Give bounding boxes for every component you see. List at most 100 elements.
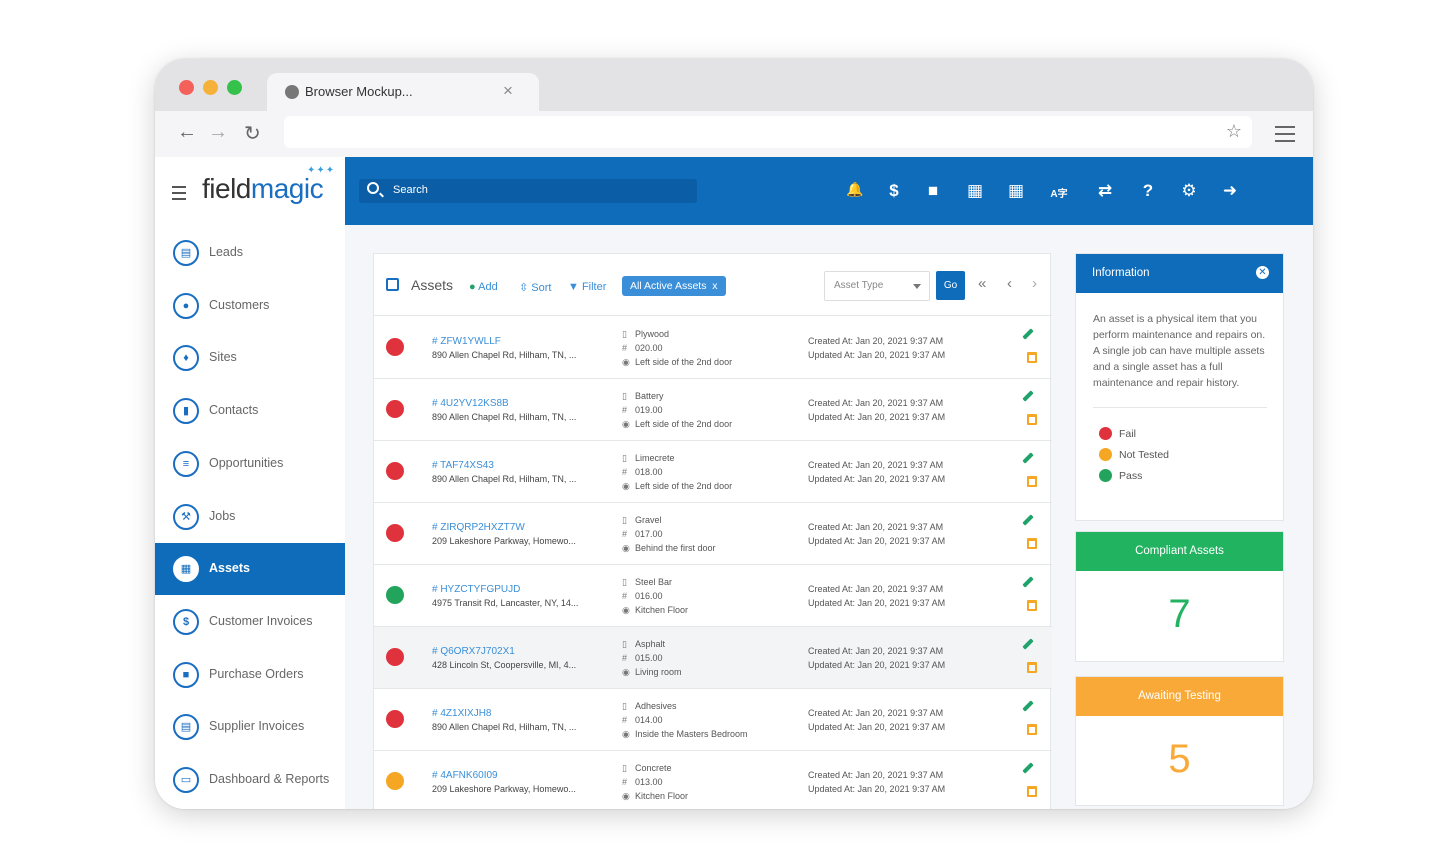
asset-id-link[interactable]: # Q6ORX7J702X1 — [432, 646, 515, 657]
asset-address: 890 Allen Chapel Rd, Hilham, TN, ... — [432, 350, 577, 360]
status-indicator — [386, 462, 404, 480]
delete-trash-icon[interactable] — [1027, 724, 1037, 735]
compliant-assets-card[interactable]: Compliant Assets 7 — [1075, 531, 1284, 662]
asset-id-link[interactable]: # HYZCTYFGPUJD — [432, 584, 520, 595]
asset-id-link[interactable]: # 4AFNK60I09 — [432, 770, 498, 781]
sidebar-item-customer-invoices[interactable]: $ Customer Invoices — [155, 596, 345, 648]
bell-icon[interactable]: 🔔 — [844, 181, 866, 198]
asset-number: #013.00 — [622, 777, 663, 787]
calendar-icon — [386, 278, 399, 291]
edit-pencil-icon[interactable] — [1022, 638, 1034, 650]
map-pin-icon: ♦ — [173, 345, 199, 372]
asset-location: ◉ Kitchen Floor — [622, 605, 689, 615]
gear-icon[interactable]: ⚙ — [1178, 181, 1200, 201]
tab-close-icon[interactable]: × — [503, 81, 513, 101]
edit-pencil-icon[interactable] — [1022, 576, 1034, 588]
information-text: An asset is a physical item that you per… — [1093, 313, 1266, 389]
created-at: Created At: Jan 20, 2021 9:37 AM — [808, 460, 944, 470]
delete-trash-icon[interactable] — [1027, 600, 1037, 611]
table-row[interactable]: # ZIRQRP2HXZT7W 209 Lakeshore Parkway, Ho… — [374, 503, 1052, 565]
go-button[interactable]: Go — [936, 271, 965, 300]
logo-sparkle-icon: ✦✦✦ — [307, 165, 336, 176]
delete-trash-icon[interactable] — [1027, 414, 1037, 425]
asset-id-link[interactable]: # ZIRQRP2HXZT7W — [432, 522, 525, 533]
sidebar-item-purchase-orders[interactable]: ■ Purchase Orders — [155, 649, 345, 701]
table-row[interactable]: # ZFW1YWLLF 890 Allen Chapel Rd, Hilham, … — [374, 317, 1052, 379]
sidebar-item-dashboard-reports[interactable]: ▭ Dashboard & Reports — [155, 754, 345, 806]
calendar-icon[interactable]: ▦ — [964, 181, 986, 201]
delete-trash-icon[interactable] — [1027, 352, 1037, 363]
logout-icon[interactable]: ➜ — [1219, 181, 1241, 201]
table-row[interactable]: # 4U2YV12KS8B 890 Allen Chapel Rd, Hilham… — [374, 379, 1052, 441]
swap-icon[interactable]: ⇄ — [1094, 181, 1116, 201]
browser-tab[interactable]: Browser Mockup... × — [267, 73, 539, 111]
asset-id-link[interactable]: # 4U2YV12KS8B — [432, 398, 509, 409]
close-window-button[interactable] — [179, 80, 194, 95]
filter-chip[interactable]: All Active Assets x — [622, 276, 726, 296]
sidebar-item-assets[interactable]: ▦ Assets — [155, 543, 345, 596]
edit-pencil-icon[interactable] — [1022, 452, 1034, 464]
bookmark-star-icon[interactable]: ☆ — [1226, 121, 1242, 142]
back-arrow-icon[interactable]: ← — [177, 121, 197, 144]
translate-icon[interactable]: A字 — [1048, 185, 1070, 200]
dollar-icon[interactable]: $ — [883, 181, 905, 201]
asset-id-link[interactable]: # TAF74XS43 — [432, 460, 494, 471]
sort-button[interactable]: ⇳ Sort — [519, 281, 551, 294]
hamburger-menu-icon[interactable] — [172, 186, 186, 204]
minimize-window-button[interactable] — [203, 80, 218, 95]
asset-location: ◉ Behind the first door — [622, 543, 716, 553]
delete-trash-icon[interactable] — [1027, 662, 1037, 673]
address-bar[interactable]: ☆ — [284, 116, 1252, 148]
add-button[interactable]: ● Add — [469, 281, 498, 293]
forward-arrow-icon[interactable]: → — [208, 121, 228, 144]
search-input[interactable]: Search — [359, 179, 697, 203]
map-pin-icon: ◉ — [622, 667, 630, 677]
status-indicator — [386, 338, 404, 356]
created-at: Created At: Jan 20, 2021 9:37 AM — [808, 646, 944, 656]
table-row[interactable]: # 4AFNK60I09 209 Lakeshore Parkway, Homew… — [374, 751, 1052, 809]
edit-pencil-icon[interactable] — [1022, 390, 1034, 402]
sidebar-item-sites[interactable]: ♦ Sites — [155, 332, 345, 384]
clipboard-icon: ▯ — [622, 701, 627, 711]
sidebar-item-opportunities[interactable]: ≡ Opportunities — [155, 438, 345, 490]
legend-dot — [1099, 469, 1112, 482]
calendar-grid-icon[interactable]: ▦ — [1005, 181, 1027, 201]
asset-id-link[interactable]: # ZFW1YWLLF — [432, 336, 501, 347]
sidebar-item-supplier-invoices[interactable]: ▤ Supplier Invoices — [155, 701, 345, 753]
created-at: Created At: Jan 20, 2021 9:37 AM — [808, 584, 944, 594]
asset-type-select[interactable]: Asset Type — [824, 271, 930, 301]
status-indicator — [386, 648, 404, 666]
chip-close-icon[interactable]: x — [712, 280, 717, 292]
delete-trash-icon[interactable] — [1027, 786, 1037, 797]
table-row[interactable]: # Q6ORX7J702X1 428 Lincoln St, Coopersvil… — [374, 627, 1052, 689]
edit-pencil-icon[interactable] — [1022, 328, 1034, 340]
browser-menu-icon[interactable] — [1275, 126, 1295, 147]
prev-page-icon[interactable]: ‹ — [1007, 275, 1012, 292]
first-page-icon[interactable]: « — [978, 275, 986, 292]
reload-icon[interactable]: ↻ — [244, 121, 261, 146]
next-page-icon[interactable]: › — [1032, 275, 1037, 292]
table-row[interactable]: # HYZCTYFGPUJD 4975 Transit Rd, Lancaster… — [374, 565, 1052, 627]
asset-id-link[interactable]: # 4Z1XIXJH8 — [432, 708, 491, 719]
browser-toolbar: ← → ↻ ☆ — [155, 111, 1313, 157]
sidebar-item-jobs[interactable]: ⚒ Jobs — [155, 491, 345, 543]
close-info-icon[interactable]: ✕ — [1256, 266, 1269, 279]
table-row[interactable]: # 4Z1XIXJH8 890 Allen Chapel Rd, Hilham, … — [374, 689, 1052, 751]
delete-trash-icon[interactable] — [1027, 538, 1037, 549]
map-pin-icon: ◉ — [622, 791, 630, 801]
sidebar-item-customers[interactable]: ● Customers — [155, 280, 345, 332]
awaiting-testing-card[interactable]: Awaiting Testing 5 — [1075, 676, 1284, 806]
maximize-window-button[interactable] — [227, 80, 242, 95]
sidebar-item-leads[interactable]: ▤ Leads — [155, 227, 345, 279]
sidebar-item-contacts[interactable]: ▮ Contacts — [155, 385, 345, 437]
help-icon[interactable]: ? — [1137, 181, 1159, 201]
edit-pencil-icon[interactable] — [1022, 700, 1034, 712]
edit-pencil-icon[interactable] — [1022, 514, 1034, 526]
table-row[interactable]: # TAF74XS43 890 Allen Chapel Rd, Hilham, … — [374, 441, 1052, 503]
assets-panel: Assets ● Add ⇳ Sort ▼ Filter All Active … — [373, 253, 1052, 809]
edit-pencil-icon[interactable] — [1022, 762, 1034, 774]
hash-icon: # — [622, 591, 628, 601]
delete-trash-icon[interactable] — [1027, 476, 1037, 487]
briefcase-icon[interactable]: ■ — [922, 181, 944, 201]
filter-button[interactable]: ▼ Filter — [568, 281, 606, 293]
